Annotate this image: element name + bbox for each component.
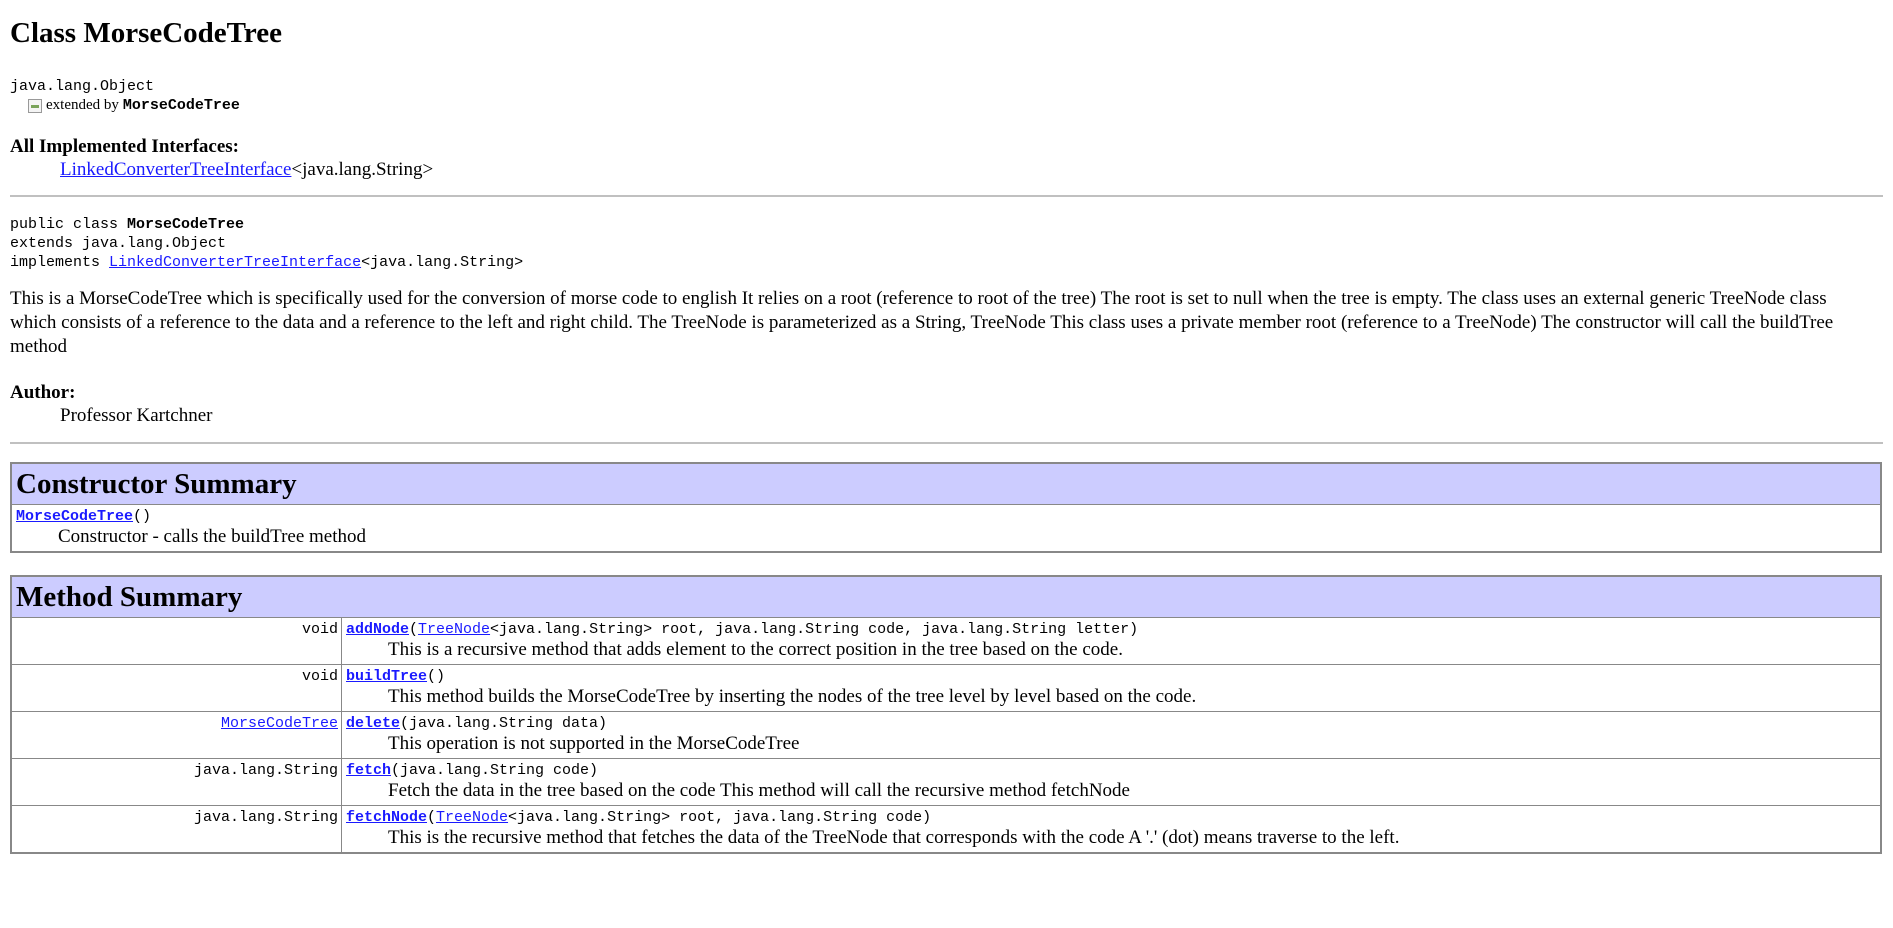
method-detail-cell: addNode(TreeNode<java.lang.String> root,… [341, 617, 1882, 665]
constructor-desc: Constructor - calls the buildTree method [58, 526, 366, 547]
method-desc: This is a recursive method that adds ele… [388, 639, 1123, 660]
method-row: MorseCodeTree delete(java.lang.String da… [10, 711, 1882, 759]
hierarchy-parent: java.lang.Object [10, 78, 155, 95]
return-type: void [301, 668, 338, 685]
method-row: java.lang.String fetch(java.lang.String … [10, 758, 1882, 806]
method-desc: This operation is not supported in the M… [388, 733, 800, 754]
method-link[interactable]: fetch [346, 762, 391, 779]
decl-implements-prefix: implements [10, 254, 110, 271]
constructor-summary-title: Constructor Summary [10, 462, 1882, 505]
implemented-interfaces: All Implemented Interfaces: LinkedConver… [10, 135, 1883, 181]
divider [10, 442, 1883, 444]
param-type-link[interactable]: TreeNode [436, 809, 508, 826]
method-summary-title: Method Summary [10, 575, 1882, 618]
return-type: void [301, 621, 338, 638]
method-params: <java.lang.String> root, java.lang.Strin… [490, 621, 1139, 638]
author-block: Author: Professor Kartchner [10, 381, 1883, 427]
return-type-cell: java.lang.String [10, 805, 342, 854]
method-desc: This method builds the MorseCodeTree by … [388, 686, 1197, 707]
decl-class-name: MorseCodeTree [127, 216, 245, 233]
interface-link[interactable]: LinkedConverterTreeInterface [60, 159, 291, 180]
method-link[interactable]: delete [346, 715, 400, 732]
method-open: (java.lang.String data) [400, 715, 608, 732]
page-title: Class MorseCodeTree [10, 17, 282, 49]
decl-extends: extends java.lang.Object [10, 235, 227, 252]
method-open: ( [409, 621, 419, 638]
decl-prefix: public class [10, 216, 128, 233]
return-type: java.lang.String [193, 762, 338, 779]
method-row: void addNode(TreeNode<java.lang.String> … [10, 617, 1882, 665]
return-type: java.lang.String [193, 809, 338, 826]
interface-generic: <java.lang.String> [291, 159, 434, 180]
interfaces-value: LinkedConverterTreeInterface<java.lang.S… [60, 158, 1883, 181]
decl-interface-link[interactable]: LinkedConverterTreeInterface [109, 254, 361, 271]
method-open: ( [427, 809, 437, 826]
method-link[interactable]: addNode [346, 621, 409, 638]
method-detail-cell: delete(java.lang.String data) This opera… [341, 711, 1882, 759]
interfaces-label: All Implemented Interfaces: [10, 136, 240, 157]
author-name: Professor Kartchner [60, 405, 213, 426]
return-type-cell: void [10, 664, 342, 712]
method-detail-cell: fetchNode(TreeNode<java.lang.String> roo… [341, 805, 1882, 854]
param-type-link[interactable]: TreeNode [418, 621, 490, 638]
constructor-summary-table: Constructor Summary MorseCodeTree() Cons… [10, 462, 1882, 553]
return-type-link[interactable]: MorseCodeTree [221, 715, 338, 732]
hierarchy-child-name: MorseCodeTree [122, 97, 240, 114]
method-open: (java.lang.String code) [391, 762, 599, 779]
class-declaration: public class MorseCodeTree extends java.… [10, 215, 1883, 272]
method-link[interactable]: buildTree [346, 668, 427, 685]
author-label: Author: [10, 382, 76, 403]
return-type-cell: java.lang.String [10, 758, 342, 806]
class-description: This is a MorseCodeTree which is specifi… [10, 288, 1834, 357]
return-type-cell: void [10, 617, 342, 665]
method-detail-cell: buildTree() This method builds the Morse… [341, 664, 1882, 712]
decl-implements-suffix: <java.lang.String> [361, 254, 524, 271]
divider [10, 195, 1883, 197]
image-alt-text: extended by [46, 97, 119, 113]
method-open: () [427, 668, 446, 685]
method-desc: This is the recursive method that fetche… [388, 827, 1400, 848]
hierarchy-child-row: extended by MorseCodeTree [10, 96, 1883, 115]
method-link[interactable]: fetchNode [346, 809, 427, 826]
method-row: void buildTree() This method builds the … [10, 664, 1882, 712]
method-summary-table: Method Summary void addNode(TreeNode<jav… [10, 575, 1882, 854]
method-detail-cell: fetch(java.lang.String code) Fetch the d… [341, 758, 1882, 806]
method-row: java.lang.String fetchNode(TreeNode<java… [10, 805, 1882, 854]
method-desc: Fetch the data in the tree based on the … [388, 780, 1130, 801]
method-params: <java.lang.String> root, java.lang.Strin… [508, 809, 932, 826]
return-type-cell: MorseCodeTree [10, 711, 342, 759]
constructor-row: MorseCodeTree() Constructor - calls the … [10, 504, 1882, 553]
broken-image-icon [28, 98, 42, 113]
class-hierarchy: java.lang.Object extended by MorseCodeTr… [10, 77, 1883, 115]
constructor-link[interactable]: MorseCodeTree [16, 508, 133, 525]
constructor-params: () [133, 508, 152, 525]
